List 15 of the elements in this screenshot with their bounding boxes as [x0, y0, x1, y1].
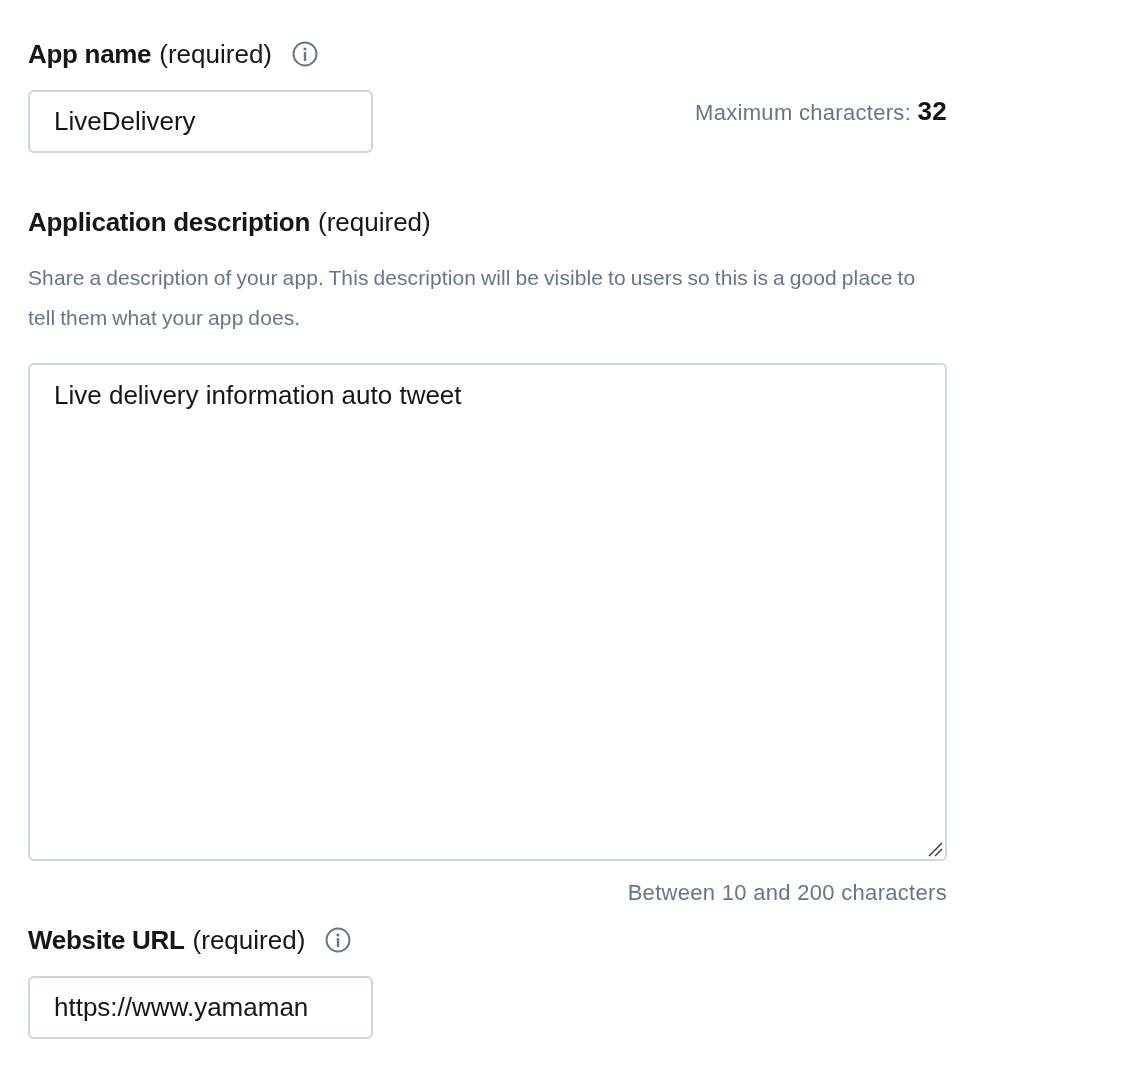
field-label: Website URL: [28, 924, 185, 956]
length-hint: Between 10 and 200 characters: [627, 879, 947, 907]
required-note: (required): [192, 924, 306, 956]
info-icon[interactable]: [325, 927, 352, 953]
description-textarea[interactable]: Live delivery information auto tweet: [28, 363, 947, 861]
required-note: (required): [318, 206, 431, 238]
help-text: Share a description of your app. This description will be visible to users so this is a good place to tell them what your app does.: [28, 265, 917, 331]
info-icon[interactable]: [292, 41, 318, 67]
character-limit: Maximum characters: 32: [695, 96, 947, 127]
resize-handle-icon[interactable]: [927, 841, 943, 857]
required-note: (required): [159, 38, 272, 70]
field-label: App name: [28, 38, 152, 70]
text-input[interactable]: LiveDelivery: [28, 90, 373, 153]
field-label: Application description: [28, 206, 310, 238]
text-input[interactable]: https://www.yamaman: [28, 976, 373, 1039]
